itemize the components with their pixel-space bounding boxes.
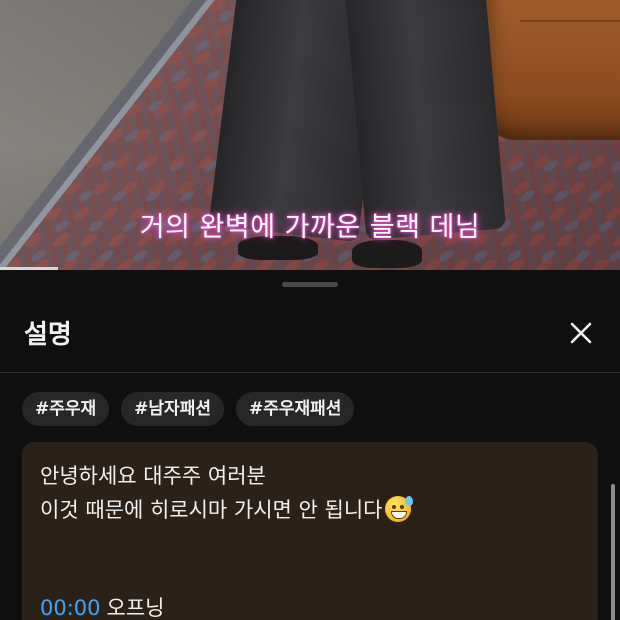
description-sheet: 설명 #주우재 #남자패션 #주우재패션 안녕하세요 대주주 여러분 이것 때문… <box>0 270 620 620</box>
chapter-timestamp-link[interactable]: 00:00 <box>40 596 101 620</box>
video-player[interactable]: 거의 완벽에 가까운 블랙 데님 <box>0 0 620 270</box>
description-line-with-emoji: 이것 때문에 히로시마 가시면 안 됩니다 <box>40 494 413 524</box>
description-box: 안녕하세요 대주주 여러분 이것 때문에 히로시마 가시면 안 됩니다 00:0… <box>22 442 598 620</box>
divider <box>0 372 620 373</box>
shoe-right <box>352 240 422 268</box>
drag-handle[interactable] <box>282 282 338 287</box>
description-text: 이것 때문에 히로시마 가시면 안 됩니다 <box>40 498 383 522</box>
hashtag-chip[interactable]: #주우재패션 <box>235 392 355 426</box>
close-button[interactable] <box>566 318 596 348</box>
scrollbar[interactable] <box>611 484 615 620</box>
chapter-item: 00:00 오프닝 <box>40 592 165 620</box>
sheet-title: 설명 <box>24 320 72 350</box>
description-line: 안녕하세요 대주주 여러분 <box>40 464 266 488</box>
hashtag-list: #주우재 #남자패션 #주우재패션 <box>22 392 355 426</box>
hashtag-chip[interactable]: #주우재 <box>22 392 110 426</box>
grinning-face-with-sweat-icon <box>384 496 413 522</box>
close-icon <box>570 322 592 344</box>
hashtag-chip[interactable]: #남자패션 <box>121 392 224 426</box>
video-caption: 거의 완벽에 가까운 블랙 데님 <box>139 212 481 243</box>
chapter-label: 오프닝 <box>106 596 165 620</box>
